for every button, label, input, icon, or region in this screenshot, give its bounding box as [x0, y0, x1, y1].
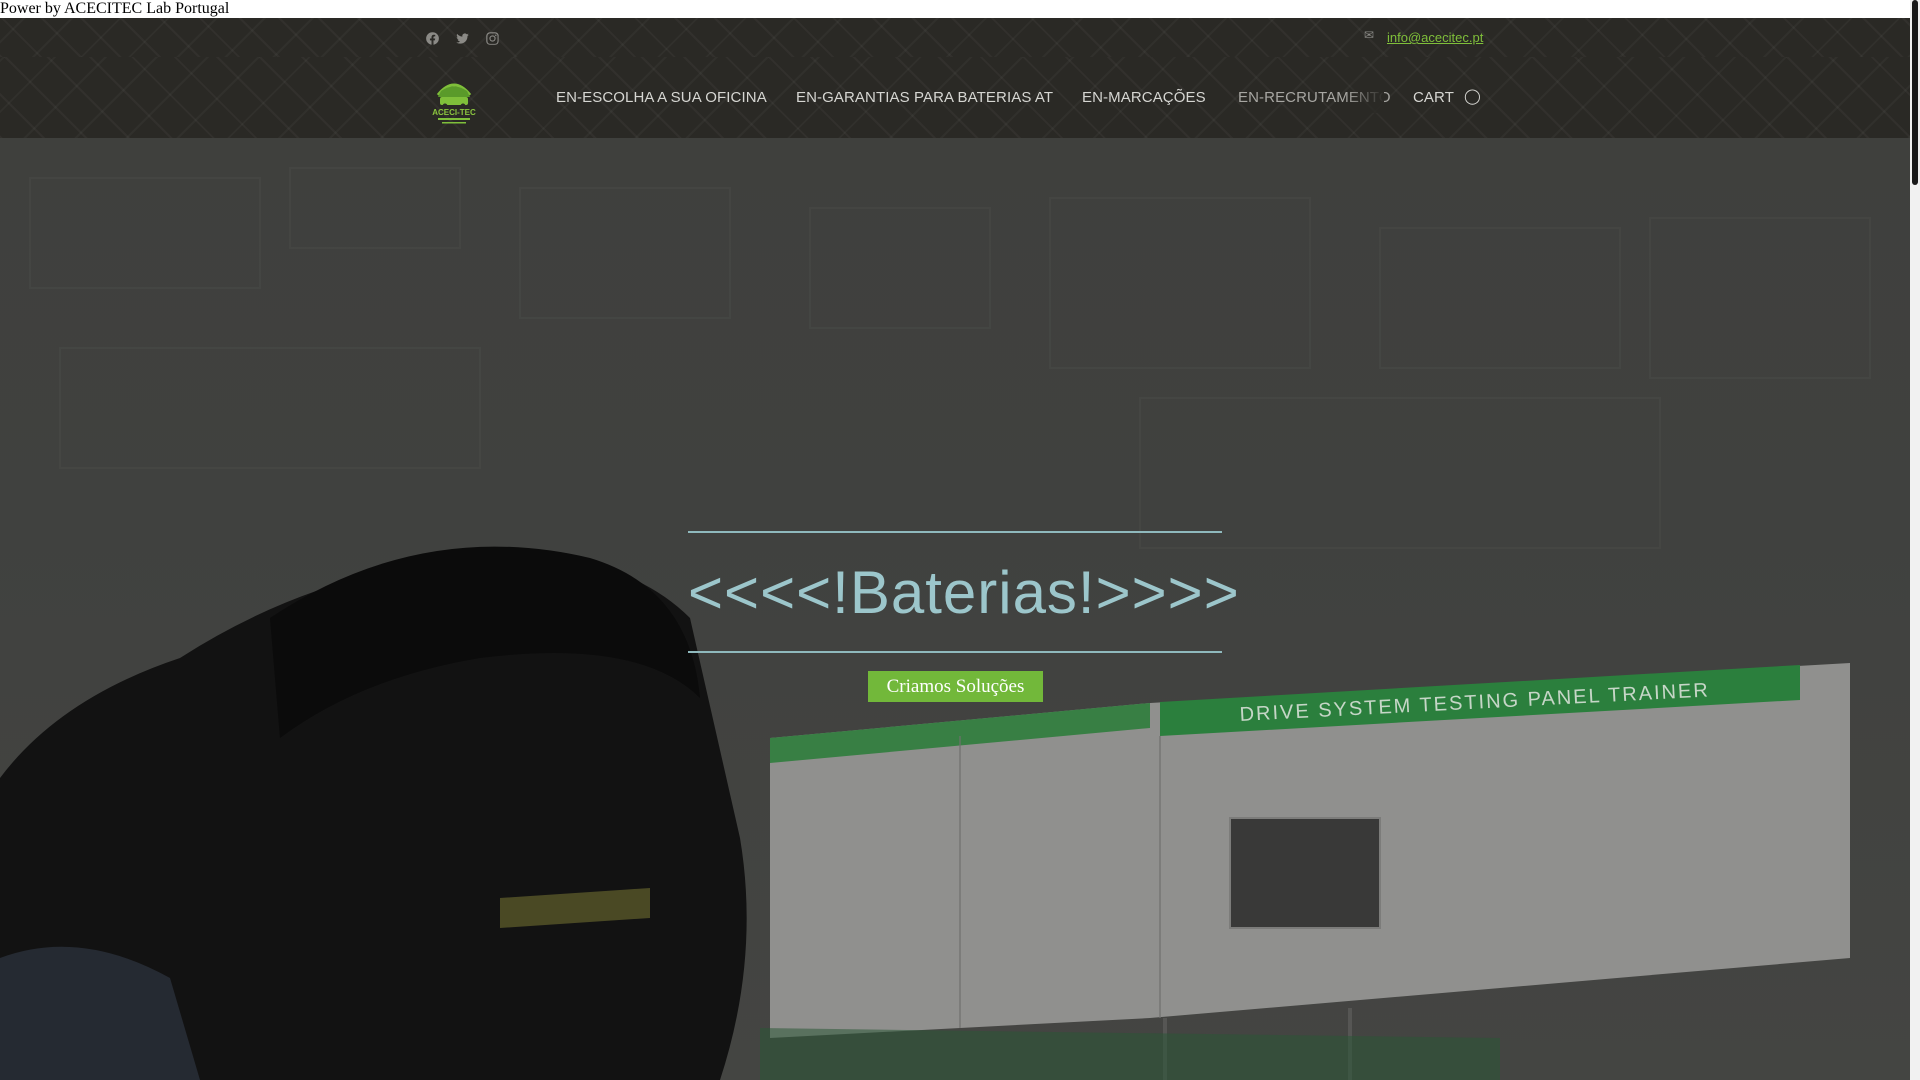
title-top-rule	[688, 531, 1222, 533]
criamos-solucoes-button[interactable]: Criamos Soluções	[868, 671, 1043, 702]
power-by-banner: Power by ACECITEC Lab Portugal	[0, 0, 1910, 18]
svg-text:ACECI-TEC: ACECI-TEC	[432, 108, 476, 117]
main-navigation: ACECI-TEC EN-ESCOLHA A SUA OFICINA EN-GA…	[0, 57, 1910, 138]
title-bottom-rule	[688, 651, 1222, 653]
nav-item-escolha-oficina[interactable]: EN-ESCOLHA A SUA OFICINA	[556, 89, 767, 106]
envelope-icon: ✉	[1364, 28, 1375, 42]
top-bar: ✉ info@acecitec.pt	[0, 18, 1910, 58]
nav-item-marcacoes[interactable]: EN-MARCAÇÕES	[1082, 89, 1206, 106]
hero-content: <<<<!Baterias!>>>> Criamos Soluções	[0, 138, 1910, 1080]
email-link[interactable]: info@acecitec.pt	[1387, 30, 1483, 45]
nav-item-garantias-baterias[interactable]: EN-GARANTIAS PARA BATERIAS AT	[796, 89, 1053, 106]
facebook-icon[interactable]	[422, 29, 442, 47]
twitter-icon[interactable]	[452, 29, 472, 47]
hero-title: <<<<!Baterias!>>>>	[688, 559, 1240, 626]
page-viewport: Power by ACECITEC Lab Portugal ✉ info@ac…	[0, 0, 1910, 1080]
scrollbar-thumb[interactable]	[1912, 0, 1918, 185]
cart-icon[interactable]: ◯	[1464, 87, 1481, 105]
instagram-icon[interactable]	[482, 29, 502, 47]
hero-section: DRIVE SYSTEM TESTING PANEL TRAINER <<<<!…	[0, 138, 1910, 1080]
nav-fade-overlay	[1346, 81, 1384, 113]
aceci-tec-logo[interactable]: ACECI-TEC	[424, 73, 484, 125]
nav-item-cart[interactable]: CART	[1413, 89, 1454, 106]
